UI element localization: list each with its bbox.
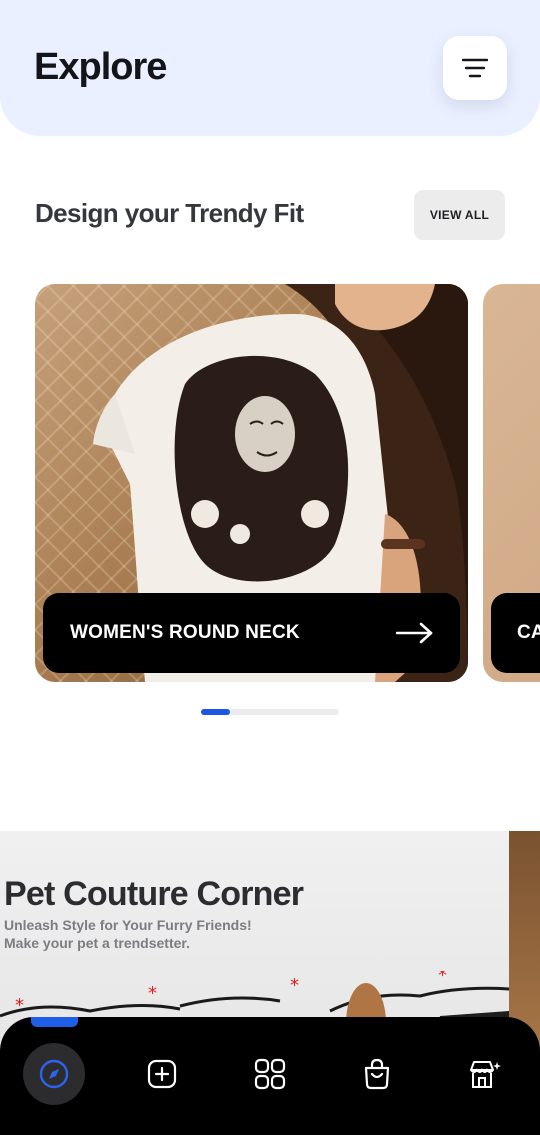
nav-store[interactable] [454,1043,516,1105]
nav-create[interactable] [131,1043,193,1105]
nav-explore[interactable] [23,1043,85,1105]
nav-bag[interactable] [346,1043,408,1105]
svg-text:*: * [290,975,299,996]
store-sparkle-icon [470,1061,501,1088]
arrow-right-icon [396,622,433,644]
product-card[interactable]: CA [483,284,540,682]
svg-text:*: * [15,995,24,1016]
banner-subtitle: Make your pet a trendsetter. [4,935,190,951]
card-cta-button[interactable]: CA [491,593,540,673]
grid-icon [254,1058,286,1090]
product-carousel[interactable]: WOMEN'S ROUND NECK CA [0,284,540,682]
svg-text:*: * [438,971,447,986]
banner-subtitle: Unleash Style for Your Furry Friends! [4,917,252,933]
nav-categories[interactable] [239,1043,301,1105]
carousel-pager-active [201,709,230,715]
menu-button[interactable] [443,36,507,100]
banner-title: Pet Couture Corner [4,875,304,913]
card-label: WOMEN'S ROUND NECK [70,622,300,643]
add-square-icon [147,1059,177,1089]
product-card[interactable]: WOMEN'S ROUND NECK [35,284,468,682]
card-label: CA [517,622,540,643]
section-title: Design your Trendy Fit [35,198,304,228]
shopping-bag-icon [364,1058,390,1090]
svg-text:*: * [148,983,157,1004]
menu-lines-icon [462,58,488,78]
compass-icon [39,1059,69,1089]
view-all-button[interactable]: VIEW ALL [414,190,505,240]
active-indicator [31,1017,78,1027]
card-cta-button[interactable]: WOMEN'S ROUND NECK [43,593,460,673]
page-title: Explore [34,46,167,88]
